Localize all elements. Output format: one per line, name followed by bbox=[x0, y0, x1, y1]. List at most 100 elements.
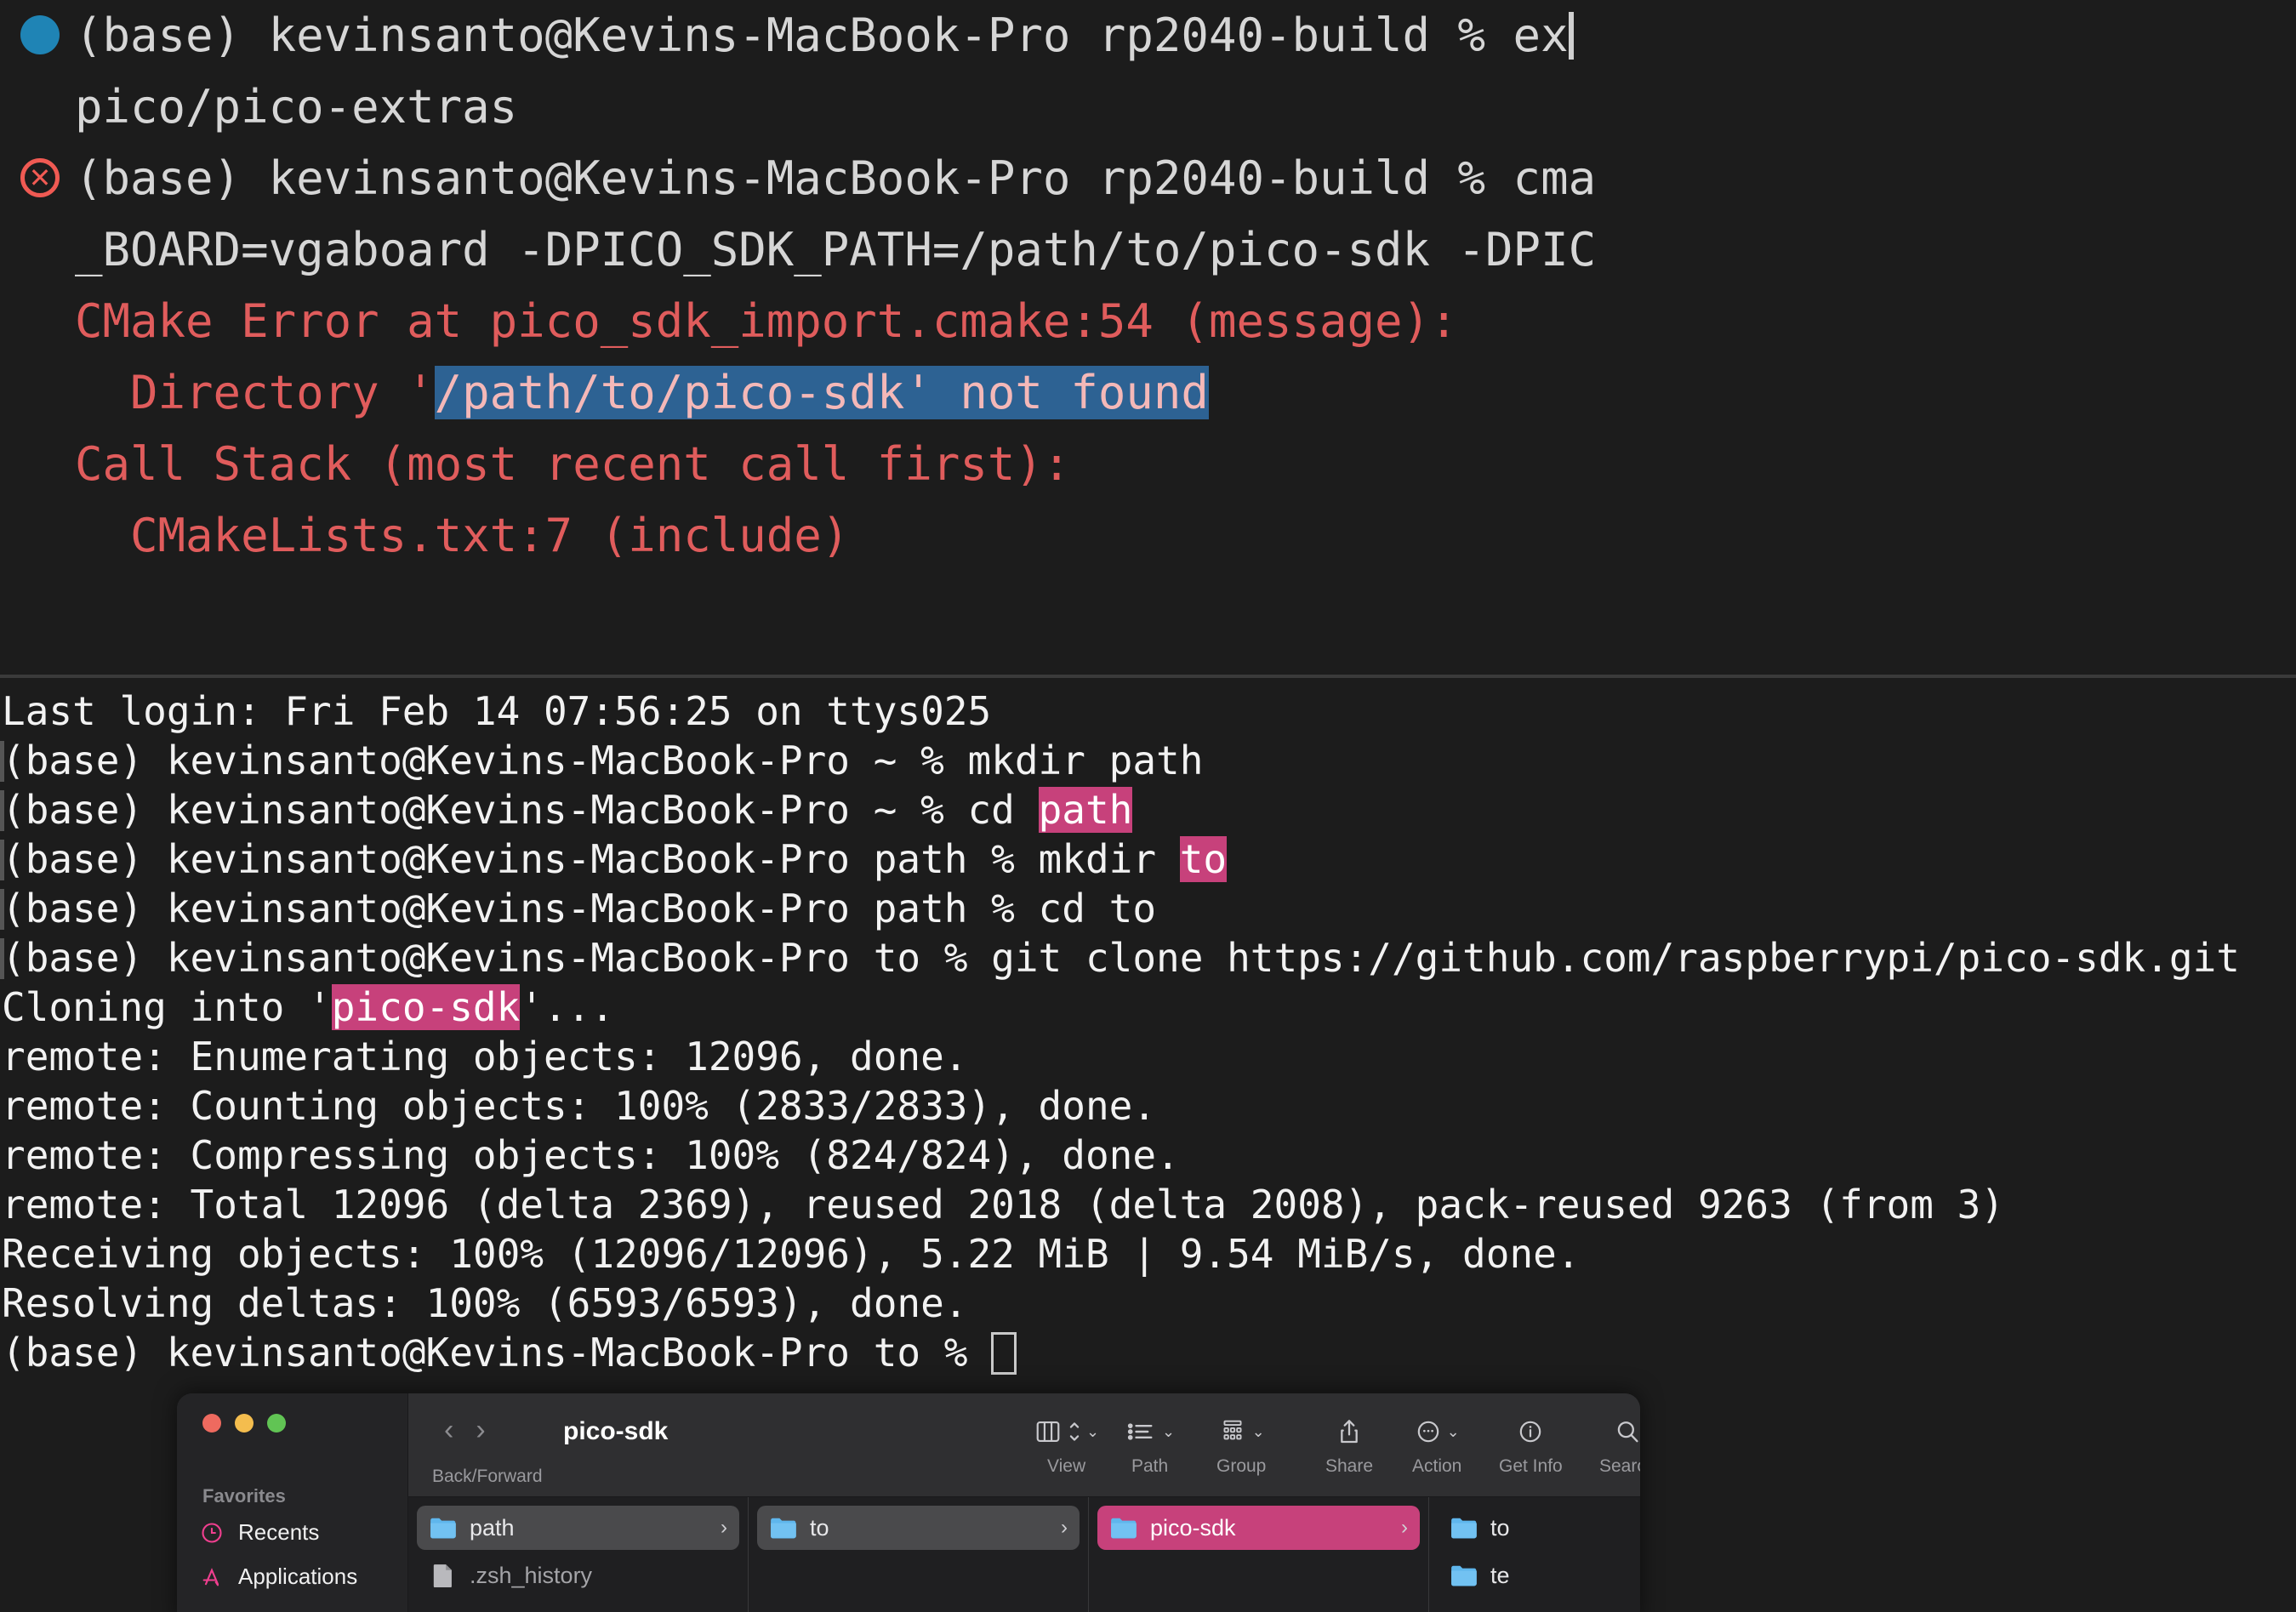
finder-row[interactable]: .zsh_history bbox=[417, 1553, 739, 1598]
back-arrow-icon[interactable]: ‹ bbox=[444, 1415, 453, 1444]
terminal-line: remote: Total 12096 (delta 2369), reused… bbox=[0, 1180, 2296, 1229]
search-match-highlight: to bbox=[1179, 836, 1228, 882]
folder-icon bbox=[429, 1515, 458, 1541]
terminal-text: remote: Counting objects: 100% (2833/283… bbox=[2, 1083, 1157, 1129]
terminal-text: (base) kevinsanto@Kevins-MacBook-Pro ~ %… bbox=[2, 787, 1039, 833]
terminal-line: (base) kevinsanto@Kevins-MacBook-Pro ~ %… bbox=[0, 736, 2296, 785]
toolbar-button-view[interactable]: ⌄ View bbox=[1034, 1412, 1099, 1477]
terminal-line: Call Stack (most recent call first): bbox=[0, 429, 2296, 500]
finder-window[interactable]: Favorites Recents Applications ‹ › Back/… bbox=[177, 1393, 1640, 1612]
toolbar-button-label: Get Info bbox=[1499, 1456, 1563, 1476]
back-forward-controls[interactable]: ‹ › bbox=[444, 1415, 486, 1444]
terminal-text: pico/pico-extras bbox=[75, 80, 518, 134]
terminal-line: Last login: Fri Feb 14 07:56:25 on ttys0… bbox=[0, 686, 2296, 736]
finder-row-label: pico-sdk bbox=[1150, 1514, 1236, 1541]
block-cursor bbox=[991, 1332, 1017, 1375]
terminal-text: '... bbox=[520, 984, 615, 1030]
sidebar-item-label: Applications bbox=[238, 1564, 358, 1589]
terminal-text: remote: Total 12096 (delta 2369), reused… bbox=[2, 1182, 2005, 1228]
finder-row[interactable]: to › bbox=[757, 1506, 1080, 1550]
columns-view-icon: ⌄ bbox=[1034, 1412, 1099, 1451]
selected-error-text: /path/to/pico-sdk' not found bbox=[434, 366, 1209, 419]
terminal-line: CMake Error at pico_sdk_import.cmake:54 … bbox=[0, 286, 2296, 357]
folder-icon bbox=[769, 1515, 798, 1541]
terminal-text: Cloning into ' bbox=[2, 984, 332, 1030]
share-icon bbox=[1336, 1412, 1362, 1451]
terminal-line: CMakeLists.txt:7 (include) bbox=[0, 500, 2296, 572]
finder-main-area: ‹ › Back/Forward pico-sdk ⌄ View ⌄ Path ⌄ Gro… bbox=[408, 1393, 1640, 1612]
finder-column-0[interactable]: path › .zsh_history .zcompdump bbox=[408, 1497, 749, 1612]
sidebar-item-applications[interactable]: Applications bbox=[199, 1564, 357, 1590]
finder-row-label: .zsh_history bbox=[470, 1562, 593, 1588]
finder-column-1[interactable]: to › bbox=[749, 1497, 1089, 1612]
finder-row-label: to bbox=[1490, 1514, 1510, 1541]
error-text: Directory ' bbox=[75, 366, 435, 419]
sidebar-item-recents[interactable]: Recents bbox=[199, 1519, 319, 1546]
terminal-line: (base) kevinsanto@Kevins-MacBook-Pro to … bbox=[0, 1328, 2296, 1377]
file-icon bbox=[429, 1563, 458, 1588]
finder-column-3[interactable]: to te sr bbox=[1429, 1497, 1640, 1612]
toolbar-button-search[interactable]: Search bbox=[1599, 1412, 1640, 1477]
finder-row[interactable]: sr bbox=[1438, 1601, 1632, 1612]
toolbar-button-path[interactable]: ⌄ Path bbox=[1125, 1412, 1175, 1477]
terminal-text: remote: Compressing objects: 100% (824/8… bbox=[2, 1132, 1180, 1178]
terminal-line: (base) kevinsanto@Kevins-MacBook-Pro ~ %… bbox=[0, 785, 2296, 834]
terminal-line: Cloning into 'pico-sdk'... bbox=[0, 983, 2296, 1032]
terminal-text: (base) kevinsanto@Kevins-MacBook-Pro to … bbox=[2, 1330, 992, 1376]
chevron-down-icon: ⌄ bbox=[1086, 1422, 1100, 1440]
toolbar-button-get-info[interactable]: Get Info bbox=[1499, 1412, 1563, 1477]
top-terminal-pane[interactable]: (base) kevinsanto@Kevins-MacBook-Pro rp2… bbox=[0, 0, 2296, 676]
terminal-text: remote: Enumerating objects: 12096, done… bbox=[2, 1034, 968, 1079]
bottom-terminal-output: Last login: Fri Feb 14 07:56:25 on ttys0… bbox=[0, 686, 2296, 1377]
toolbar-button-group[interactable]: ⌄ Group bbox=[1216, 1412, 1266, 1477]
zoom-button[interactable] bbox=[267, 1414, 286, 1433]
finder-row[interactable]: te bbox=[1438, 1553, 1632, 1598]
error-text: CMake Error at pico_sdk_import.cmake:54 … bbox=[75, 294, 1458, 348]
search-icon bbox=[1614, 1412, 1640, 1451]
finder-column-2[interactable]: pico-sdk › bbox=[1089, 1497, 1429, 1612]
folder-icon bbox=[1109, 1515, 1138, 1541]
sidebar-section-header: Favorites bbox=[202, 1485, 286, 1507]
disclosure-chevron-icon[interactable]: › bbox=[1061, 1516, 1068, 1540]
forward-arrow-icon[interactable]: › bbox=[476, 1415, 485, 1444]
toolbar-button-action[interactable]: ⌄ Action bbox=[1412, 1412, 1461, 1477]
chevron-down-icon: ⌄ bbox=[1446, 1422, 1460, 1440]
terminal-text: (base) kevinsanto@Kevins-MacBook-Pro to … bbox=[2, 935, 2240, 981]
sidebar-item-label: Recents bbox=[238, 1519, 320, 1545]
finder-row[interactable]: to bbox=[1438, 1506, 1632, 1550]
list-path-icon: ⌄ bbox=[1125, 1412, 1175, 1451]
minimize-button[interactable] bbox=[235, 1414, 254, 1433]
finder-sidebar[interactable]: Favorites Recents Applications bbox=[177, 1393, 408, 1612]
finder-row-label: to bbox=[810, 1514, 829, 1541]
finder-row[interactable]: .zcompdump bbox=[417, 1601, 739, 1612]
disclosure-chevron-icon[interactable]: › bbox=[721, 1516, 727, 1540]
finder-column-view[interactable]: path›.zsh_history.zcompdumpto›pico-sdk›t… bbox=[408, 1497, 1640, 1612]
terminal-line: Directory '/path/to/pico-sdk' not found bbox=[0, 357, 2296, 429]
terminal-line: Receiving objects: 100% (12096/12096), 5… bbox=[0, 1229, 2296, 1279]
group-by-icon: ⌄ bbox=[1218, 1412, 1265, 1451]
terminal-text: (base) kevinsanto@Kevins-MacBook-Pro rp2… bbox=[75, 9, 1569, 62]
prompt-gutter-mark bbox=[0, 840, 4, 880]
search-match-highlight: path bbox=[1038, 787, 1133, 833]
terminal-line: _BOARD=vgaboard -DPICO_SDK_PATH=/path/to… bbox=[0, 214, 2296, 286]
toolbar-button-share[interactable]: Share bbox=[1325, 1412, 1373, 1477]
toolbar-button-label: View bbox=[1046, 1456, 1086, 1476]
finder-row[interactable]: pico-sdk › bbox=[1097, 1506, 1420, 1550]
terminal-text: Resolving deltas: 100% (6593/6593), done… bbox=[2, 1280, 968, 1326]
prompt-mark-icon[interactable] bbox=[20, 15, 60, 54]
folder-icon bbox=[1450, 1515, 1478, 1541]
terminal-text: Receiving objects: 100% (12096/12096), 5… bbox=[2, 1231, 1581, 1277]
terminal-text: Last login: Fri Feb 14 07:56:25 on ttys0… bbox=[2, 688, 992, 734]
window-controls[interactable] bbox=[202, 1414, 286, 1433]
prompt-gutter-mark bbox=[0, 741, 4, 782]
close-button[interactable] bbox=[202, 1414, 221, 1433]
finder-toolbar[interactable]: ‹ › Back/Forward pico-sdk ⌄ View ⌄ Path ⌄ Gro… bbox=[408, 1393, 1640, 1497]
toolbar-button-label: Group bbox=[1216, 1456, 1267, 1476]
toolbar-button-label: Path bbox=[1131, 1456, 1169, 1476]
error-mark-icon[interactable]: ✕ bbox=[20, 158, 60, 197]
finder-row-label: path bbox=[470, 1514, 515, 1541]
finder-row[interactable]: path › bbox=[417, 1506, 739, 1550]
terminal-line: remote: Compressing objects: 100% (824/8… bbox=[0, 1131, 2296, 1180]
prompt-gutter-mark bbox=[0, 790, 4, 831]
disclosure-chevron-icon[interactable]: › bbox=[1401, 1516, 1408, 1540]
